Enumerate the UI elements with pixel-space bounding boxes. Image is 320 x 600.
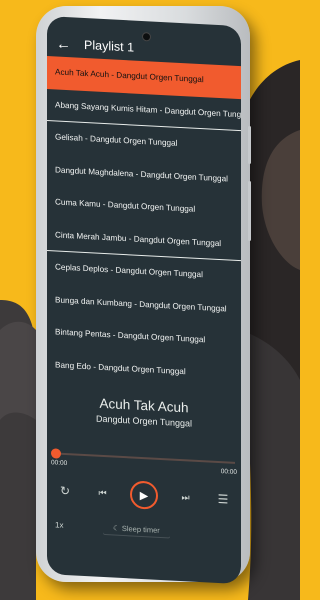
phone-side-button: [248, 181, 251, 241]
repeat-icon[interactable]: ↻: [55, 483, 75, 499]
moon-icon: ☾: [113, 523, 120, 533]
now-playing: Acuh Tak Acuh Dangdut Orgen Tunggal: [47, 393, 241, 431]
total-time: 00:00: [220, 468, 237, 476]
track-title: Dangdut Maghdalena - Dangdut Orgen Tungg…: [55, 165, 228, 184]
next-icon[interactable]: ⏭: [176, 491, 196, 503]
elapsed-time: 00:00: [51, 459, 68, 468]
app-screen: ← Playlist 1 Acuh Tak Acuh - Dangdut Org…: [47, 16, 241, 585]
track-title: Cuma Kamu - Dangdut Orgen Tunggal: [55, 197, 196, 215]
previous-icon[interactable]: ⏮: [93, 487, 113, 499]
speed-button[interactable]: 1x: [55, 520, 95, 531]
play-icon: ▶: [139, 489, 149, 502]
track-title: Ceplas Deplos - Dangdut Orgen Tunggal: [55, 262, 203, 280]
player-controls: ↻ ⏮ ▶ ⏭ ☰: [55, 476, 233, 513]
track-title: Cinta Merah Jambu - Dangdut Orgen Tungga…: [55, 230, 222, 248]
front-camera: [142, 31, 151, 42]
track-title: Bintang Pentas - Dangdut Orgen Tunggal: [55, 327, 206, 345]
track-title: Bang Edo - Dangdut Orgen Tunggal: [55, 360, 186, 377]
queue-icon[interactable]: ☰: [213, 492, 233, 507]
track-title: Acuh Tak Acuh - Dangdut Orgen Tunggal: [55, 67, 204, 85]
phone-side-button: [248, 126, 251, 164]
sleep-timer-button[interactable]: ☾ Sleep timer: [103, 521, 170, 537]
back-arrow-icon[interactable]: ←: [56, 35, 74, 53]
sleep-timer-label: Sleep timer: [121, 523, 160, 535]
track-list: Acuh Tak Acuh - Dangdut Orgen Tunggal Ab…: [47, 56, 241, 391]
track-title: Gelisah - Dangdut Orgen Tunggal: [55, 132, 178, 149]
track-title: Bunga dan Kumbang - Dangdut Orgen Tungga…: [55, 295, 227, 314]
bottom-row: 1x ☾ Sleep timer: [55, 518, 233, 540]
track-title: Abang Sayang Kumis Hitam - Dangdut Orgen…: [55, 100, 241, 120]
page-title: Playlist 1: [84, 37, 135, 55]
seek-handle[interactable]: [51, 448, 61, 459]
play-button[interactable]: ▶: [130, 480, 158, 510]
